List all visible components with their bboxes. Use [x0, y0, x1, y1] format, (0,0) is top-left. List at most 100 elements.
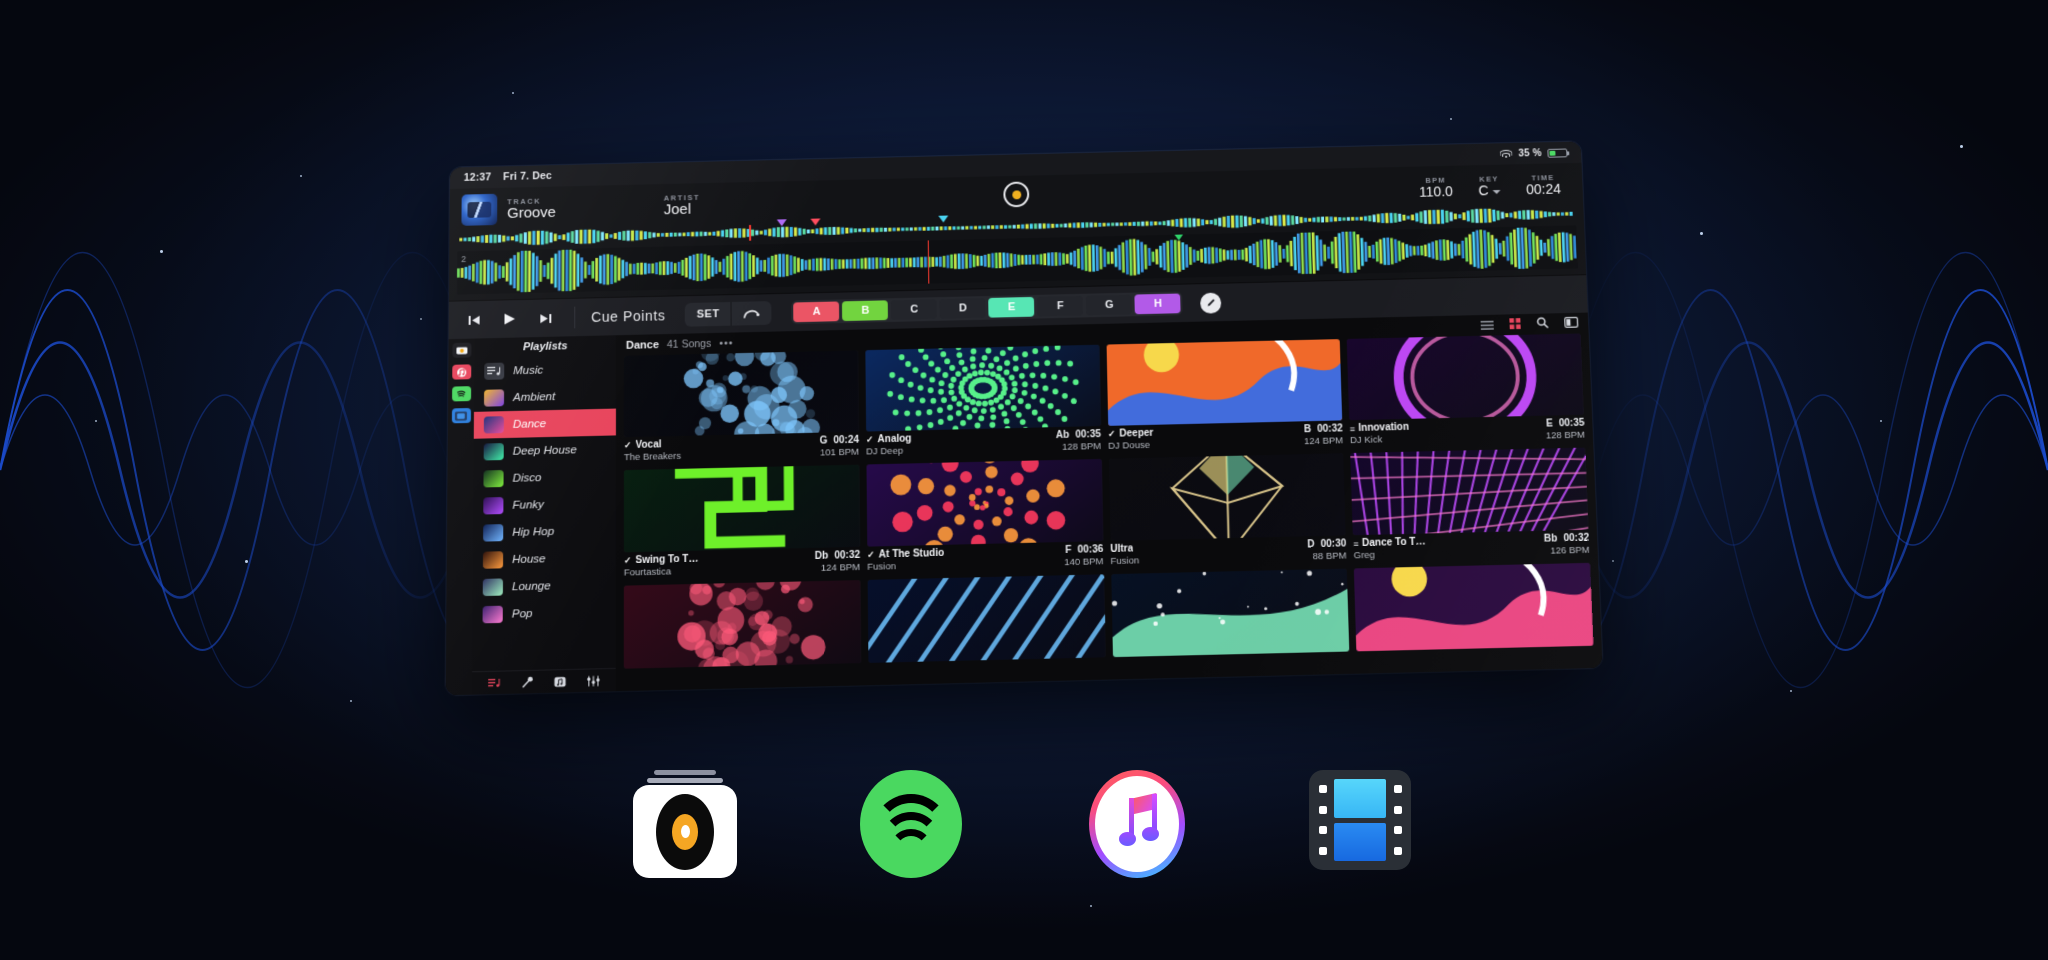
- spotify-icon[interactable]: [452, 386, 471, 401]
- track-card[interactable]: Ultra D 00:30 Fusion 88 BPM: [1108, 453, 1346, 567]
- cue-mode-group: SET: [685, 301, 772, 327]
- track-title: Swing To T…: [635, 554, 698, 567]
- browser-panel: Playlists Music Ambient Dance Deep House Dis…: [446, 313, 1603, 696]
- cue-points-title: Cue Points: [591, 307, 665, 325]
- key-stat[interactable]: KEY C: [1478, 174, 1501, 198]
- sidebar-item-hip-hop[interactable]: Hip Hop: [473, 516, 616, 546]
- track-bpm: 101 BPM: [820, 447, 859, 459]
- track-artist: The Breakers: [624, 451, 681, 463]
- film-strip-icon: [1309, 770, 1411, 870]
- played-check-icon: ✓: [624, 440, 632, 451]
- cue-point-buttons: ABCDEFGH: [792, 291, 1183, 324]
- played-check-icon: ✓: [866, 434, 874, 445]
- djay-icon-body: [633, 785, 737, 878]
- record-icon[interactable]: [1003, 181, 1029, 207]
- track-card[interactable]: ≡ Innovation E 00:35 DJ Kick 128 BPM: [1347, 333, 1585, 446]
- sidebar-toggle-icon[interactable]: [1564, 314, 1579, 332]
- playlist-icon[interactable]: [487, 677, 501, 690]
- track-card[interactable]: [1354, 563, 1594, 652]
- played-check-icon: ✓: [1108, 429, 1116, 440]
- track-artwork: [461, 194, 497, 226]
- cue-button-g[interactable]: G: [1086, 295, 1132, 316]
- skip-next-icon[interactable]: [532, 306, 558, 330]
- track-card[interactable]: ≡ Dance To T… Bb 00:32 Greg 126 BPM: [1350, 448, 1589, 562]
- music-library-icon[interactable]: [452, 364, 471, 379]
- sidebar-item-label: Pop: [512, 607, 533, 620]
- play-icon[interactable]: [496, 307, 522, 331]
- sidebar-item-pop[interactable]: Pop: [472, 598, 615, 629]
- video-app-icon[interactable]: [1309, 770, 1417, 878]
- camera-icon[interactable]: [452, 343, 471, 358]
- itunes-icon: [1089, 770, 1185, 878]
- sidebar-item-label: Ambient: [513, 391, 555, 404]
- sidebar-item-label: House: [512, 553, 546, 566]
- cue-button-h[interactable]: H: [1135, 293, 1181, 314]
- track-card[interactable]: ✓ Analog Ab 00:35 DJ Deep 128 BPM: [865, 345, 1101, 458]
- sidebar-item-funky[interactable]: Funky: [473, 489, 616, 519]
- track-time: 00:32: [834, 550, 860, 562]
- spotify-app-icon[interactable]: [857, 770, 965, 878]
- browser-song-count: 41 Songs: [667, 337, 711, 350]
- track-bpm: 140 BPM: [1064, 556, 1104, 568]
- browser-toolbar: [1480, 314, 1578, 334]
- track-card[interactable]: [1111, 569, 1350, 658]
- track-key: F: [1065, 545, 1071, 556]
- cue-button-b[interactable]: B: [842, 300, 888, 321]
- cue-button-f[interactable]: F: [1037, 296, 1083, 317]
- key-value: C: [1478, 182, 1489, 198]
- time-stat: TIME 00:24: [1526, 173, 1562, 197]
- loop-arrow-icon[interactable]: [732, 301, 772, 326]
- skip-previous-icon[interactable]: [461, 308, 487, 332]
- track-key: D: [1307, 539, 1315, 550]
- microphone-icon[interactable]: [520, 676, 534, 689]
- itunes-app-icon[interactable]: [1083, 770, 1191, 878]
- sidebar-item-dance[interactable]: Dance: [474, 409, 616, 439]
- track-artwork: [624, 580, 861, 669]
- track-card[interactable]: [624, 580, 861, 669]
- cue-button-c[interactable]: C: [891, 299, 937, 320]
- sidebar-item-label: Hip Hop: [512, 525, 554, 538]
- video-icon[interactable]: [451, 408, 470, 423]
- browser-more-button[interactable]: •••: [719, 337, 734, 349]
- mixer-icon[interactable]: [586, 674, 600, 687]
- sidebar-item-house[interactable]: House: [473, 544, 616, 575]
- track-title: Vocal: [635, 439, 661, 451]
- track-artwork: [624, 350, 859, 437]
- track-browser: Dance 41 Songs ••• ✓ Vocal G 00:24 The B…: [616, 313, 1603, 692]
- track-key: Bb: [1544, 533, 1558, 544]
- sidebar-item-label: Disco: [513, 472, 542, 485]
- track-artwork: [1106, 339, 1342, 426]
- track-artwork: [867, 574, 1105, 663]
- sidebar-item-lounge[interactable]: Lounge: [473, 571, 616, 602]
- track-bpm: 124 BPM: [821, 562, 860, 574]
- list-view-icon[interactable]: [1480, 316, 1494, 334]
- toolbar-divider: [574, 307, 575, 329]
- djay-app-icon[interactable]: [631, 770, 739, 878]
- playlist-sidebar: Playlists Music Ambient Dance Deep House Dis…: [472, 335, 616, 694]
- sampler-icon[interactable]: [553, 675, 567, 688]
- track-bpm: 124 BPM: [1304, 435, 1343, 447]
- playlist-artwork: [483, 578, 503, 596]
- tablet-screen: 12:37 Fri 7. Dec 35 % TRACK Groove ARTIS…: [446, 141, 1603, 695]
- track-title: Ultra: [1110, 543, 1133, 555]
- sidebar-item-disco[interactable]: Disco: [473, 462, 616, 492]
- chevron-down-icon: [1493, 190, 1501, 194]
- cue-button-d[interactable]: D: [940, 298, 986, 319]
- artist-meta: ARTIST Joel: [664, 190, 813, 218]
- sidebar-item-ambient[interactable]: Ambient: [474, 382, 616, 412]
- track-card[interactable]: ✓ At The Studio F 00:36 Fusion 140 BPM: [866, 459, 1103, 573]
- battery-percent: 35 %: [1518, 148, 1542, 159]
- cue-button-e[interactable]: E: [989, 297, 1035, 318]
- grid-view-icon[interactable]: [1509, 316, 1521, 334]
- search-icon[interactable]: [1536, 315, 1549, 333]
- cue-button-a[interactable]: A: [794, 301, 840, 322]
- edit-pencil-icon[interactable]: [1200, 292, 1221, 313]
- track-card[interactable]: ✓ Swing To T… Db 00:32 Fourtastica 124 BPM: [624, 465, 860, 579]
- sidebar-item-label: Lounge: [512, 580, 551, 593]
- track-card[interactable]: ✓ Vocal G 00:24 The Breakers 101 BPM: [624, 350, 859, 463]
- track-card[interactable]: ✓ Deeper B 00:32 DJ Douse 124 BPM: [1106, 339, 1343, 452]
- sidebar-item-music[interactable]: Music: [474, 355, 616, 385]
- set-button[interactable]: SET: [685, 302, 732, 327]
- sidebar-item-deep-house[interactable]: Deep House: [474, 435, 616, 465]
- track-card[interactable]: [867, 574, 1105, 663]
